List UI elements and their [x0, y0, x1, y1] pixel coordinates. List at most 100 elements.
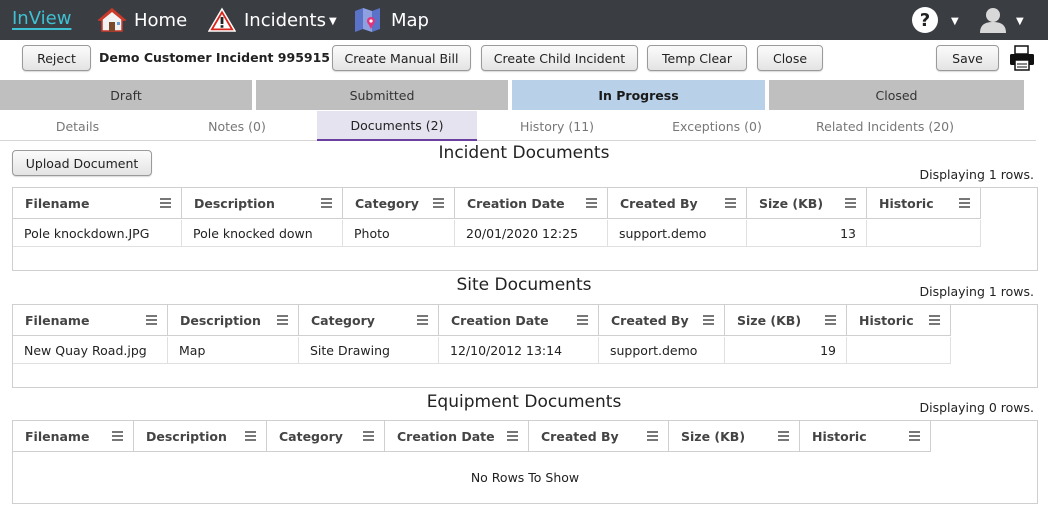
column-header-category[interactable]: Category: [299, 305, 439, 336]
column-menu-icon[interactable]: [507, 431, 518, 441]
column-header-creation-date[interactable]: Creation Date: [439, 305, 599, 336]
column-header-creation-date[interactable]: Creation Date: [385, 421, 529, 452]
save-button[interactable]: Save: [936, 45, 999, 71]
help-menu[interactable]: ? ▼: [911, 5, 959, 35]
incident-documents-title: Incident Documents: [438, 143, 610, 163]
column-menu-icon[interactable]: [363, 431, 374, 441]
column-menu-icon[interactable]: [321, 198, 332, 208]
cell-creation-date: 20/01/2020 12:25: [455, 220, 608, 247]
column-header-size[interactable]: Size (KB): [669, 421, 800, 452]
column-header-category[interactable]: Category: [267, 421, 385, 452]
equipment-documents-title: Equipment Documents: [426, 392, 622, 412]
cell-size: 19: [725, 337, 847, 364]
help-icon: ?: [912, 7, 938, 33]
column-menu-icon[interactable]: [433, 198, 444, 208]
column-menu-icon[interactable]: [112, 431, 123, 441]
column-header-size[interactable]: Size (KB): [747, 188, 867, 219]
column-menu-icon[interactable]: [778, 431, 789, 441]
svg-text:?: ?: [920, 10, 930, 31]
column-menu-icon[interactable]: [160, 198, 171, 208]
nav-incidents[interactable]: Incidents ▼: [208, 4, 337, 36]
column-menu-icon[interactable]: [647, 431, 658, 441]
column-header-filename[interactable]: Filename: [13, 305, 168, 336]
column-header-created-by[interactable]: Created By: [608, 188, 747, 219]
column-header-description[interactable]: Description: [168, 305, 299, 336]
cell-size: 13: [747, 220, 867, 247]
create-manual-bill-button[interactable]: Create Manual Bill: [332, 45, 471, 71]
reject-button[interactable]: Reject: [22, 45, 91, 71]
grid-header: Filename Description Category Creation D…: [13, 305, 951, 336]
column-header-filename[interactable]: Filename: [13, 421, 134, 452]
column-menu-icon[interactable]: [586, 198, 597, 208]
tab-documents[interactable]: Documents (2): [317, 111, 477, 141]
print-icon[interactable]: [1009, 44, 1035, 72]
tab-history[interactable]: History (11): [478, 111, 636, 141]
column-menu-icon[interactable]: [277, 315, 288, 325]
home-icon: [98, 8, 126, 32]
cell-category: Photo: [343, 220, 455, 247]
equipment-documents-count: Displaying 0 rows.: [919, 400, 1034, 415]
brand-link[interactable]: InView: [12, 8, 71, 29]
column-menu-icon[interactable]: [577, 315, 588, 325]
column-header-historic[interactable]: Historic: [867, 188, 981, 219]
cell-description: Pole knocked down: [182, 220, 343, 247]
site-documents-title: Site Documents: [456, 275, 592, 295]
cell-category: Site Drawing: [299, 337, 439, 364]
column-menu-icon[interactable]: [146, 315, 157, 325]
grid-header: Filename Description Category Creation D…: [13, 188, 981, 219]
close-button[interactable]: Close: [757, 45, 823, 71]
column-menu-icon[interactable]: [417, 315, 428, 325]
cell-historic: [867, 220, 981, 247]
column-menu-icon[interactable]: [703, 315, 714, 325]
incident-title: Demo Customer Incident 995915: [99, 50, 330, 65]
tab-notes[interactable]: Notes (0): [158, 111, 316, 141]
column-menu-icon[interactable]: [959, 198, 970, 208]
column-header-creation-date[interactable]: Creation Date: [455, 188, 608, 219]
tab-details[interactable]: Details: [0, 111, 155, 141]
column-header-historic[interactable]: Historic: [847, 305, 951, 336]
status-closed: Closed: [769, 80, 1024, 110]
user-menu[interactable]: ▼: [978, 5, 1024, 35]
column-header-description[interactable]: Description: [182, 188, 343, 219]
incident-documents-grid: Filename Description Category Creation D…: [12, 187, 1038, 271]
nav-map[interactable]: Map: [353, 4, 429, 36]
cell-creation-date: 12/10/2012 13:14: [439, 337, 599, 364]
site-documents-count: Displaying 1 rows.: [919, 284, 1034, 299]
chevron-down-icon: ▼: [1016, 15, 1024, 27]
nav-map-label: Map: [391, 9, 429, 31]
top-nav: InView Home Incidents ▼ Map ? ▼ ▼: [0, 0, 1048, 40]
status-draft: Draft: [0, 80, 252, 110]
create-child-incident-button[interactable]: Create Child Incident: [481, 45, 638, 71]
column-menu-icon[interactable]: [825, 315, 836, 325]
column-header-filename[interactable]: Filename: [13, 188, 182, 219]
cell-created-by: support.demo: [599, 337, 725, 364]
column-menu-icon[interactable]: [725, 198, 736, 208]
column-menu-icon[interactable]: [845, 198, 856, 208]
column-header-historic[interactable]: Historic: [800, 421, 931, 452]
site-documents-grid: Filename Description Category Creation D…: [12, 304, 1038, 388]
status-in-progress: In Progress: [512, 80, 765, 110]
column-menu-icon[interactable]: [245, 431, 256, 441]
column-header-size[interactable]: Size (KB): [725, 305, 847, 336]
column-menu-icon[interactable]: [909, 431, 920, 441]
column-menu-icon[interactable]: [929, 315, 940, 325]
table-row[interactable]: Pole knockdown.JPG Pole knocked down Pho…: [13, 220, 981, 247]
user-avatar-icon: [980, 8, 1006, 33]
tab-related-incidents[interactable]: Related Incidents (20): [797, 111, 973, 141]
cell-filename: Pole knockdown.JPG: [13, 220, 182, 247]
nav-incidents-label: Incidents: [244, 9, 326, 31]
chevron-down-icon: ▼: [951, 15, 959, 27]
column-header-category[interactable]: Category: [343, 188, 455, 219]
column-header-created-by[interactable]: Created By: [529, 421, 669, 452]
warning-icon: [208, 7, 236, 32]
nav-home[interactable]: Home: [98, 4, 187, 36]
temp-clear-button[interactable]: Temp Clear: [647, 45, 747, 71]
column-header-created-by[interactable]: Created By: [599, 305, 725, 336]
incident-documents-count: Displaying 1 rows.: [919, 167, 1034, 182]
table-row[interactable]: New Quay Road.jpg Map Site Drawing 12/10…: [13, 337, 951, 364]
cell-description: Map: [168, 337, 299, 364]
column-header-description[interactable]: Description: [134, 421, 267, 452]
tab-exceptions[interactable]: Exceptions (0): [637, 111, 797, 141]
grid-header: Filename Description Category Creation D…: [13, 421, 931, 452]
chevron-down-icon: ▼: [328, 16, 337, 27]
